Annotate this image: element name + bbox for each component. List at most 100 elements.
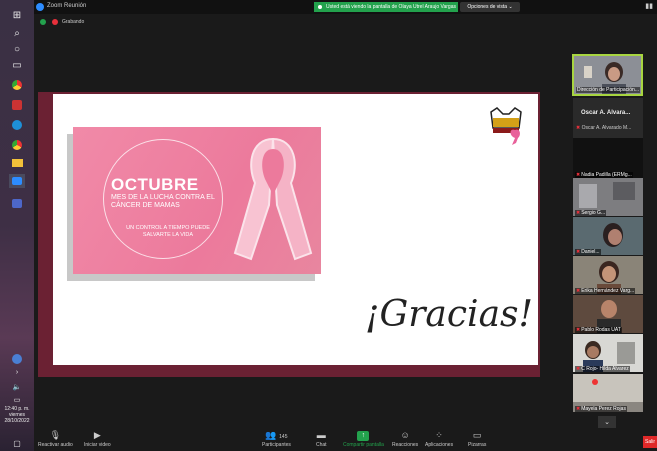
chrome-icon[interactable] [9, 78, 25, 92]
notifications-icon[interactable]: ▢ [9, 436, 25, 450]
participant-label: ✖ Daniel... [575, 249, 601, 255]
apps-button[interactable]: ⁘ Aplicaciones [425, 429, 453, 451]
apps-label: Aplicaciones [425, 442, 454, 448]
security-shield-icon[interactable] [40, 19, 46, 25]
share-banner-text: Usted está viendo la pantalla de Olaya U… [326, 4, 456, 10]
participant-name: Daniel... [581, 249, 600, 255]
presentation-slide: OCTUBRE MES DE LA LUCHA CONTRA EL CÁNCER… [53, 94, 538, 365]
participant-label: ✖ Sergio G... [575, 210, 607, 216]
search-icon[interactable]: ⌕ [9, 26, 25, 40]
whiteboard-button[interactable]: ▭ Pizarras [468, 429, 486, 451]
host-tile[interactable]: Oscar A. Alvara... ✖ Oscar A. Alvarado M… [573, 98, 643, 138]
participant-name: Mayela Perez Rojas [581, 406, 626, 412]
participant-name: C Rojo- Hilda Alvarez [581, 366, 629, 372]
participant-tile[interactable]: ✖ Mayela Perez Rojas [573, 374, 643, 412]
share-screen-icon: ↑ [357, 431, 370, 441]
clock-date: 28/10/2022 [4, 418, 30, 424]
participant-tile[interactable]: ✖ Pablo Rodas UAT [573, 295, 643, 333]
widgets-icon[interactable]: ▭ [9, 58, 25, 72]
whiteboard-label: Pizarras [468, 442, 487, 448]
chat-label: Chat [316, 442, 327, 448]
zoom-title-bar: Zoom Reunión Usted está viendo la pantal… [34, 0, 657, 14]
chat-button[interactable]: ▬ Chat [316, 429, 327, 451]
host-name: Oscar A. Alvara... [581, 110, 631, 116]
participant-tile[interactable]: ✖ C Rojo- Hilda Alvarez [573, 334, 643, 372]
participants-count: 145 [279, 434, 288, 440]
active-speaker-tile[interactable]: Dirección de Participación... [572, 54, 643, 96]
participant-label: ✖ Erika Hernández Varg... [575, 288, 636, 294]
apps-icon: ⁘ [435, 430, 443, 440]
view-options-button[interactable]: Opciones de vista ⌄ [460, 2, 520, 12]
mic-muted-icon: ✖ [576, 210, 581, 216]
reactions-label: Reacciones [392, 442, 419, 448]
taskbar-clock[interactable]: 12:40 p. m. viernes 28/10/2022 [2, 406, 32, 424]
share-screen-label: Compartir pantalla [343, 442, 384, 448]
app-icon[interactable] [9, 98, 25, 112]
participant-label: ✖ C Rojo- Hilda Alvarez [575, 366, 630, 372]
host-sub-label: ✖ Oscar A. Alvarado M... [576, 125, 631, 131]
zoom-logo-icon [36, 3, 44, 11]
card-subtitle: MES DE LA LUCHA CONTRA EL CÁNCER DE MAMA… [111, 194, 215, 209]
task-view-icon[interactable]: ○ [9, 42, 25, 56]
windows-taskbar: ⊞ ⌕ ○ ▭ › 🔈 ▭ 12:40 p. m. viernes 28/10/… [0, 0, 34, 451]
participants-label: Participantes [262, 442, 291, 448]
participant-label: ✖ Pablo Rodas UAT [575, 327, 622, 333]
reactions-button[interactable]: ☺ Reacciones [392, 429, 418, 451]
mic-muted-icon: ✖ [576, 249, 581, 255]
mic-muted-icon: ✖ [576, 366, 581, 372]
unmute-button[interactable]: 🎙 Reactivar audio [38, 429, 73, 451]
unmute-label: Reactivar audio [38, 442, 73, 448]
participant-name: Erika Hernández Varg... [581, 288, 635, 294]
share-indicator-icon [318, 5, 322, 9]
weather-icon[interactable] [9, 352, 25, 366]
participant-tile[interactable]: ✖ Sergio G... [573, 178, 643, 216]
share-screen-button[interactable]: ↑ Compartir pantalla [343, 429, 384, 451]
awareness-card: OCTUBRE MES DE LA LUCHA CONTRA EL CÁNCER… [73, 127, 321, 274]
participant-tile[interactable]: ✖ Daniel... [573, 217, 643, 255]
mic-off-icon: 🎙 [49, 430, 62, 440]
card-tagline: UN CONTROL A TIEMPO PUEDE SALVARTE LA VI… [126, 225, 210, 238]
window-title: Zoom Reunión [47, 3, 87, 9]
mic-muted-icon: ✖ [576, 125, 581, 131]
pink-ribbon-icon [233, 137, 313, 261]
participant-tile[interactable]: ✖ Erika Hernández Varg... [573, 256, 643, 294]
institution-logo-icon [490, 107, 522, 145]
chevron-down-icon[interactable]: ⌄ [598, 416, 616, 428]
whiteboard-icon: ▭ [472, 430, 482, 440]
start-video-label: Iniciar video [84, 442, 111, 448]
volume-icon[interactable]: 🔈 [9, 380, 25, 394]
closing-text: ¡Gracias! [365, 294, 533, 335]
start-video-button[interactable]: ▶ Iniciar video [84, 429, 111, 451]
screen-share-banner: Usted está viendo la pantalla de Olaya U… [314, 2, 458, 12]
participant-label: ✖ Mayela Perez Rojas [575, 406, 627, 412]
mic-muted-icon: ✖ [576, 327, 581, 333]
reactions-icon: ☺ [400, 430, 410, 440]
chat-icon: ▬ [316, 430, 326, 440]
participant-name: Pablo Rodas UAT [581, 327, 621, 333]
participants-button[interactable]: 👥 145 Participantes [262, 429, 291, 451]
shared-screen: OCTUBRE MES DE LA LUCHA CONTRA EL CÁNCER… [38, 92, 540, 377]
participant-tile[interactable]: ✖ Nadia Padilla (ERMg... [573, 138, 643, 178]
chevron-up-icon[interactable]: › [9, 365, 25, 379]
participants-icon: 👥 145 [265, 430, 288, 440]
recording-dot-icon [52, 19, 58, 25]
participant-name: Sergio G... [581, 210, 606, 216]
leave-button[interactable]: Salir [643, 436, 657, 448]
edge-icon[interactable] [9, 118, 25, 132]
video-off-icon: ▶ [93, 430, 101, 440]
windows-start-icon[interactable]: ⊞ [9, 8, 25, 22]
host-sub-name: Oscar A. Alvarado M... [581, 125, 632, 131]
card-title: OCTUBRE [111, 175, 199, 194]
window-controls-icon[interactable]: ▮▮ [645, 2, 653, 10]
mic-muted-icon: ✖ [576, 406, 581, 412]
file-explorer-icon[interactable] [9, 156, 25, 170]
recording-indicator: Grabando [34, 14, 134, 30]
browser-icon[interactable] [9, 138, 25, 152]
mic-muted-icon: ✖ [576, 288, 581, 294]
recording-label: Grabando [62, 19, 85, 25]
meeting-toolbar: 🎙 Reactivar audio ▶ Iniciar video 👥 145 … [34, 428, 657, 451]
zoom-taskbar-icon[interactable] [9, 174, 25, 188]
teams-icon[interactable] [9, 196, 25, 210]
self-tile-label: Dirección de Participación... [576, 87, 640, 93]
wifi-icon[interactable]: ▭ [9, 393, 25, 407]
